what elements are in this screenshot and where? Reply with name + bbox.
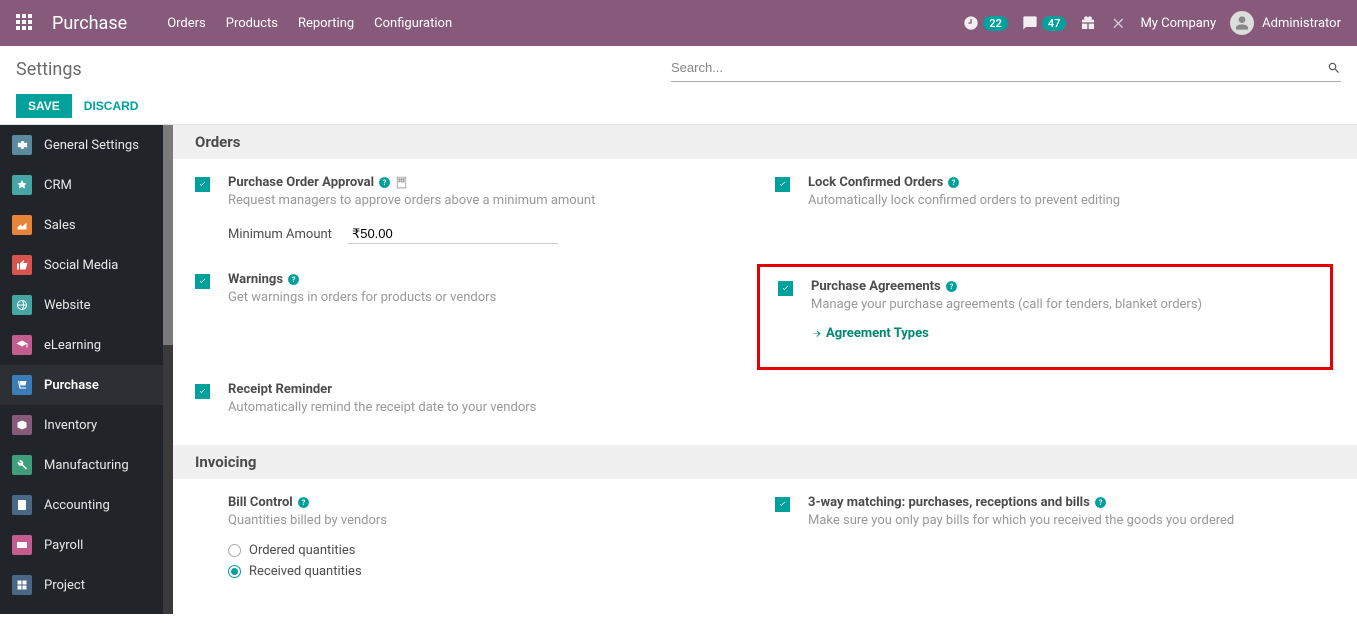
sidebar-item-purchase[interactable]: Purchase: [0, 365, 163, 405]
setting-3way-matching: 3-way matching: purchases, receptions an…: [775, 495, 1315, 528]
checkbox-3way[interactable]: [775, 497, 790, 512]
help-icon[interactable]: ?: [1094, 496, 1107, 509]
nav-reporting[interactable]: Reporting: [298, 16, 354, 31]
setting-lock-orders: Lock Confirmed Orders ? Automatically lo…: [775, 175, 1315, 208]
section-invoicing-header: Invoicing: [173, 445, 1357, 479]
setting-bill-control: Bill Control ? Quantities billed by vend…: [195, 495, 735, 582]
handshake-icon: [16, 179, 28, 191]
cart-icon: [16, 379, 28, 391]
checkbox-po-approval[interactable]: [195, 177, 210, 192]
graduation-icon: [16, 339, 28, 351]
sidebar-item-sales[interactable]: Sales: [0, 205, 163, 245]
close-icon[interactable]: [1110, 15, 1126, 31]
svg-text:?: ?: [1098, 498, 1102, 507]
company-name[interactable]: My Company: [1140, 16, 1216, 31]
agreement-types-link[interactable]: Agreement Types: [811, 326, 1202, 341]
user-name: Administrator: [1262, 16, 1341, 31]
nav-menu: Orders Products Reporting Configuration: [167, 16, 452, 31]
sidebar-item-manufacturing[interactable]: Manufacturing: [0, 445, 163, 485]
clock-icon: [963, 15, 979, 31]
sidebar-item-accounting[interactable]: Accounting: [0, 485, 163, 525]
thumbs-up-icon: [16, 259, 28, 271]
nav-configuration[interactable]: Configuration: [374, 16, 452, 31]
help-icon[interactable]: ?: [287, 273, 300, 286]
checkbox-agreements[interactable]: [778, 281, 793, 296]
search-input[interactable]: [671, 56, 1327, 79]
sidebar-item-project[interactable]: Project: [0, 565, 163, 605]
sidebar-item-payroll[interactable]: Payroll: [0, 525, 163, 565]
gift-icon[interactable]: [1080, 15, 1096, 31]
min-amount-label: Minimum Amount: [228, 227, 332, 242]
apps-icon[interactable]: [16, 14, 34, 32]
save-button[interactable]: SAVE: [16, 94, 72, 118]
checkbox-reminder[interactable]: [195, 384, 210, 399]
svg-text:?: ?: [301, 498, 305, 507]
control-panel: Settings SAVE DISCARD: [0, 46, 1357, 125]
section-orders-header: Orders: [173, 125, 1357, 159]
puzzle-icon: [16, 579, 28, 591]
sidebar-item-social-media[interactable]: Social Media: [0, 245, 163, 285]
setting-reminder: Receipt Reminder Automatically remind th…: [195, 382, 735, 415]
help-icon[interactable]: ?: [297, 496, 310, 509]
search-icon[interactable]: [1327, 61, 1341, 75]
money-icon: [16, 539, 28, 551]
avatar: [1230, 11, 1254, 35]
user-menu[interactable]: Administrator: [1230, 11, 1341, 35]
help-icon[interactable]: ?: [945, 280, 958, 293]
arrow-right-icon: [811, 328, 822, 339]
sidebar: General Settings CRM Sales Social Media …: [0, 125, 173, 614]
help-icon[interactable]: ?: [947, 176, 960, 189]
sidebar-item-elearning[interactable]: eLearning: [0, 325, 163, 365]
svg-text:?: ?: [292, 275, 296, 284]
checkbox-warnings[interactable]: [195, 274, 210, 289]
nav-products[interactable]: Products: [226, 16, 278, 31]
chart-icon: [16, 219, 28, 231]
sidebar-scrollbar[interactable]: [163, 125, 173, 614]
box-icon: [16, 419, 28, 431]
discard-button[interactable]: DISCARD: [84, 94, 139, 118]
sidebar-item-general-settings[interactable]: General Settings: [0, 125, 163, 165]
wrench-icon: [16, 459, 28, 471]
radio-ordered-qty[interactable]: Ordered quantities: [228, 540, 387, 561]
setting-po-approval: Purchase Order Approval ? Request manage…: [195, 175, 735, 244]
checkbox-lock-orders[interactable]: [775, 177, 790, 192]
nav-orders[interactable]: Orders: [167, 16, 206, 31]
highlight-box: Purchase Agreements ? Manage your purcha…: [757, 264, 1333, 370]
building-icon[interactable]: [395, 176, 408, 189]
content: Orders Purchase Order Approval ? Request…: [173, 125, 1357, 614]
messages-badge[interactable]: 47: [1022, 15, 1067, 31]
setting-agreements: Purchase Agreements ? Manage your purcha…: [778, 279, 1312, 341]
main: General Settings CRM Sales Social Media …: [0, 125, 1357, 614]
radio-received-qty[interactable]: Received quantities: [228, 561, 387, 582]
sidebar-item-website[interactable]: Website: [0, 285, 163, 325]
book-icon: [16, 499, 28, 511]
activities-badge[interactable]: 22: [963, 15, 1008, 31]
sidebar-item-crm[interactable]: CRM: [0, 165, 163, 205]
sidebar-item-inventory[interactable]: Inventory: [0, 405, 163, 445]
setting-warnings: Warnings ? Get warnings in orders for pr…: [195, 272, 735, 305]
chat-icon: [1022, 15, 1038, 31]
help-icon[interactable]: ?: [378, 176, 391, 189]
app-title[interactable]: Purchase: [52, 13, 127, 34]
nav-right: 22 47 My Company Administrator: [963, 11, 1341, 35]
top-nav: Purchase Orders Products Reporting Confi…: [0, 0, 1357, 46]
search-bar[interactable]: [671, 56, 1341, 82]
svg-text:?: ?: [952, 178, 956, 187]
gear-icon: [16, 139, 28, 151]
globe-icon: [16, 299, 28, 311]
min-amount-input[interactable]: [348, 224, 558, 244]
page-title: Settings: [16, 59, 82, 80]
svg-text:?: ?: [383, 178, 387, 187]
svg-text:?: ?: [949, 282, 953, 291]
